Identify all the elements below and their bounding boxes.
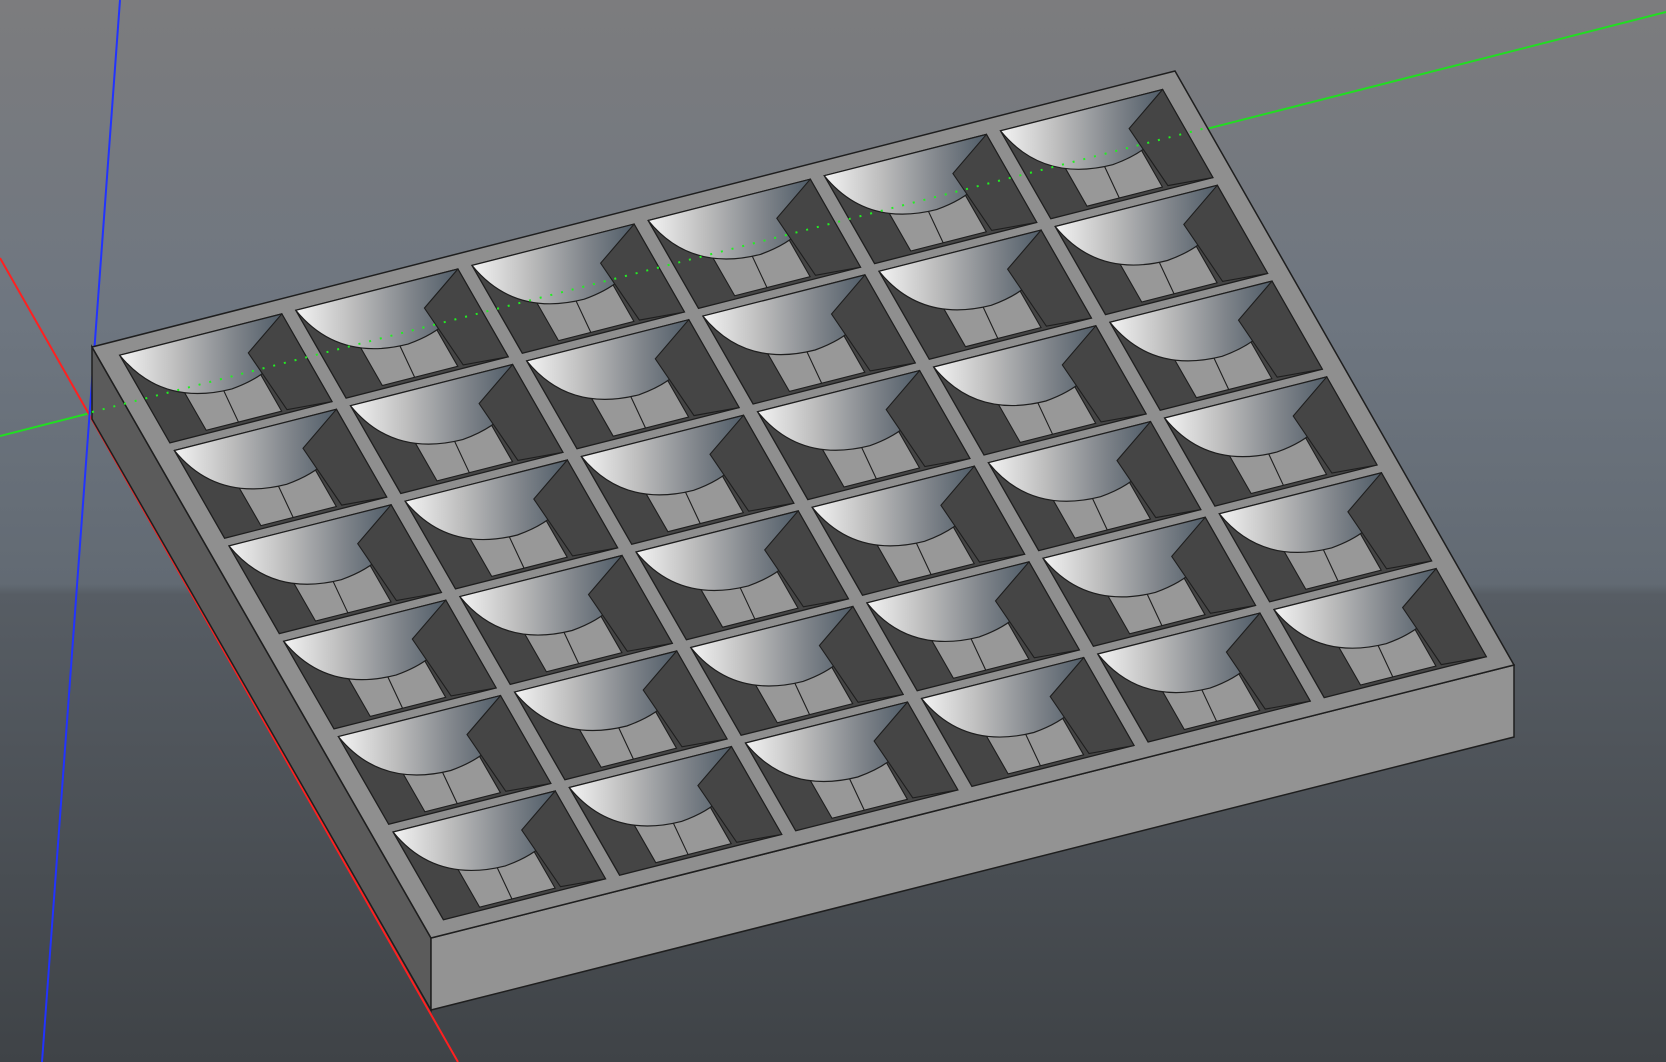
3d-viewport[interactable] (0, 0, 1666, 1062)
scene-canvas[interactable] (0, 0, 1666, 1062)
